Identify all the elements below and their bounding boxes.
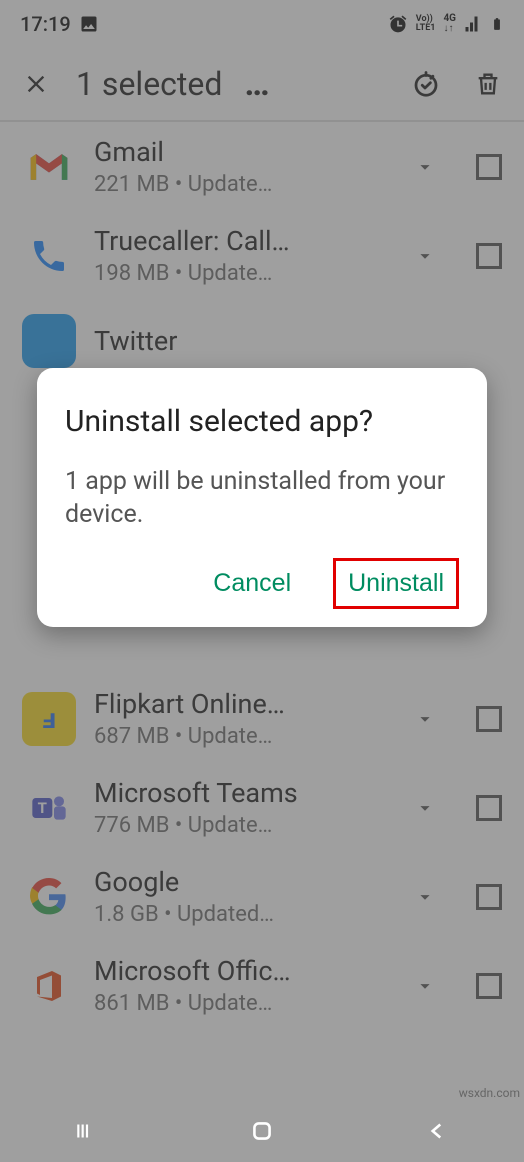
watermark: wsxdn.com <box>459 1086 520 1100</box>
cancel-button[interactable]: Cancel <box>207 561 297 606</box>
nav-recents-button[interactable] <box>74 1118 100 1148</box>
back-icon <box>424 1118 450 1144</box>
recents-icon <box>74 1118 100 1144</box>
dialog-body: 1 app will be uninstalled from your devi… <box>65 465 459 533</box>
nav-back-button[interactable] <box>424 1118 450 1148</box>
dialog-title: Uninstall selected app? <box>65 402 459 443</box>
nav-home-button[interactable] <box>249 1118 275 1148</box>
android-nav-bar <box>0 1104 524 1162</box>
modal-scrim[interactable]: Uninstall selected app? 1 app will be un… <box>0 0 524 1162</box>
home-icon <box>249 1118 275 1144</box>
uninstall-button[interactable]: Uninstall <box>333 558 459 609</box>
uninstall-dialog: Uninstall selected app? 1 app will be un… <box>37 368 487 627</box>
